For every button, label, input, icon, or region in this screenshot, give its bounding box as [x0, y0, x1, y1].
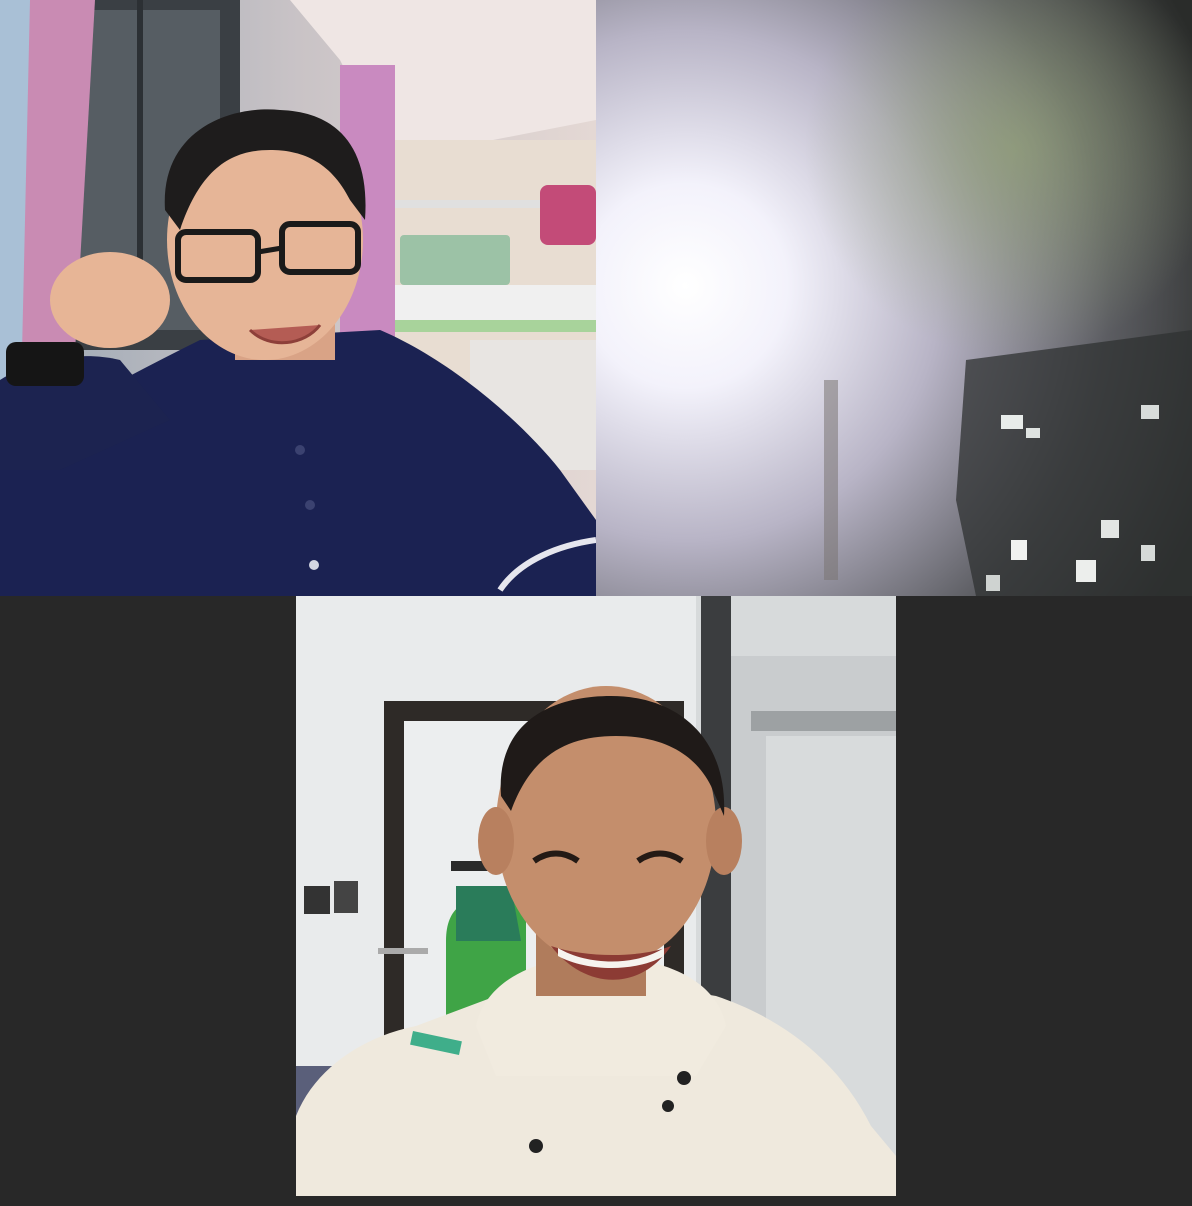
participant-3-video-frame: [296, 596, 896, 1196]
participant-video-tile-1[interactable]: [0, 0, 596, 596]
participant-video-tile-2[interactable]: [596, 0, 1192, 596]
participant-video-tile-3[interactable]: [296, 596, 896, 1196]
participant-1-video-frame: [0, 0, 596, 596]
participant-2-video-frame: [596, 0, 1192, 596]
